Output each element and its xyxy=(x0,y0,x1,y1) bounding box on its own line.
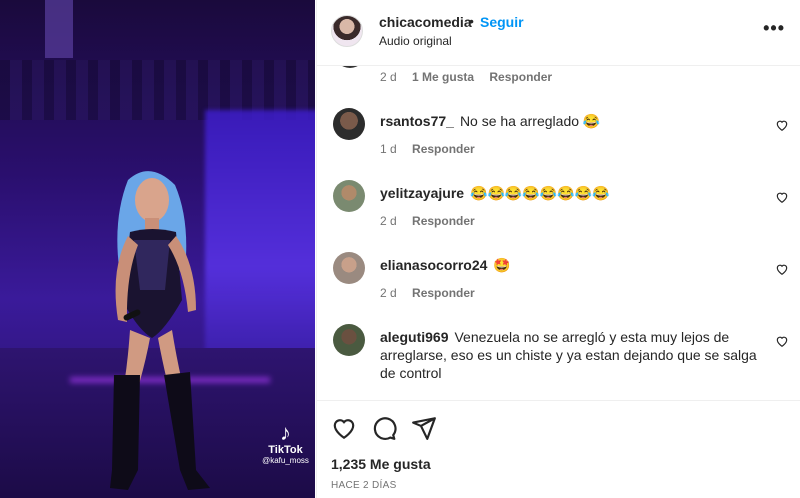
commenter-avatar[interactable] xyxy=(333,180,365,212)
reply-button[interactable]: Responder xyxy=(412,142,475,156)
comment-age: 2 d xyxy=(380,70,397,84)
reply-button[interactable]: Responder xyxy=(412,214,475,228)
tiktok-handle: @kafu_moss xyxy=(262,456,309,465)
author-username[interactable]: chicacomedia xyxy=(379,14,472,30)
avatar-partial xyxy=(334,66,366,68)
post-date: HACE 2 DÍAS xyxy=(331,480,397,491)
audio-label[interactable]: Audio original xyxy=(379,34,452,48)
like-count[interactable]: 1,235 Me gusta xyxy=(331,456,431,472)
post-header: chicacomedia • Seguir Audio original ••• xyxy=(317,0,800,66)
like-comment-heart-icon[interactable] xyxy=(775,118,789,132)
author-avatar[interactable] xyxy=(331,15,363,47)
commenter-username[interactable]: rsantos77_ xyxy=(380,113,454,129)
comment-text: No se ha arreglado 😂 xyxy=(459,113,601,129)
like-comment-heart-icon[interactable] xyxy=(775,334,789,348)
comment-list[interactable]: 2 d 1 Me gusta Responder rsantos77_ No se… xyxy=(317,66,800,400)
post-sidebar: chicacomedia • Seguir Audio original •••… xyxy=(316,0,800,498)
post-actions: 1,235 Me gusta HACE 2 DÍAS xyxy=(317,400,800,498)
commenter-username[interactable]: aleguti969 xyxy=(380,329,448,345)
comment-meta: 1 d Responder xyxy=(380,142,487,156)
share-icon[interactable] xyxy=(411,415,437,441)
like-comment-heart-icon[interactable] xyxy=(775,262,789,276)
comment-content: elianasocorro24 🤩 xyxy=(380,256,765,274)
comment-meta: 2 d Responder xyxy=(380,214,487,228)
follow-button[interactable]: Seguir xyxy=(480,14,524,30)
commenter-username[interactable]: yelitzayajure xyxy=(380,185,464,201)
comment-likes[interactable]: 1 Me gusta xyxy=(412,70,474,84)
comment-age: 2 d xyxy=(380,286,397,300)
reply-button[interactable]: Responder xyxy=(489,70,552,84)
like-comment-heart-icon[interactable] xyxy=(775,190,789,204)
heart-icon[interactable] xyxy=(331,415,357,441)
tiktok-brand: TikTok xyxy=(268,444,303,456)
commenter-avatar[interactable] xyxy=(333,252,365,284)
tiktok-watermark: ♪ TikTok @kafu_moss xyxy=(258,420,313,466)
commenter-username[interactable]: elianasocorro24 xyxy=(380,257,487,273)
separator-dot: • xyxy=(469,13,474,29)
comment-meta: 2 d 1 Me gusta Responder xyxy=(380,70,564,84)
tiktok-logo-icon: ♪ xyxy=(280,420,291,445)
commenter-avatar[interactable] xyxy=(333,324,365,356)
commenter-avatar[interactable] xyxy=(333,108,365,140)
comment-age: 2 d xyxy=(380,214,397,228)
comment-meta: 2 d Responder xyxy=(380,286,487,300)
post-media[interactable]: ♪ TikTok @kafu_moss xyxy=(0,0,315,498)
comment-content: rsantos77_ No se ha arreglado 😂 xyxy=(380,112,765,130)
comment-text: 🤩 xyxy=(493,257,511,273)
comment-age: 1 d xyxy=(380,142,397,156)
more-options-icon[interactable]: ••• xyxy=(763,18,785,39)
comment-text: 😂😂😂😂😂😂😂😂 xyxy=(470,185,610,201)
comment-content: aleguti969 Venezuela no se arregló y esta… xyxy=(380,328,765,382)
comment-content: yelitzayajure 😂😂😂😂😂😂😂😂 xyxy=(380,184,765,202)
comment-icon[interactable] xyxy=(371,415,397,441)
reply-button[interactable]: Responder xyxy=(412,286,475,300)
